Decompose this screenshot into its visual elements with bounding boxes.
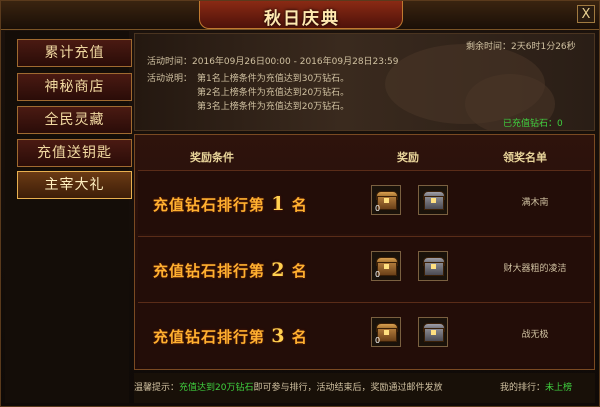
sidebar-item-recharge-keys[interactable]: 充值送钥匙 <box>17 139 132 167</box>
silver-chest-icon[interactable] <box>418 317 448 347</box>
header-winners: 领奖名单 <box>503 151 547 164</box>
window-title: 秋日庆典 <box>264 9 340 29</box>
sidebar: 累计充值 神秘商店 全民灵藏 充值送钥匙 主宰大礼 <box>5 31 132 403</box>
header-condition: 奖励条件 <box>190 151 234 164</box>
sidebar-item-spirit-treasure[interactable]: 全民灵藏 <box>17 106 132 134</box>
sidebar-item-cumulative-recharge[interactable]: 累计充值 <box>17 39 132 67</box>
winner-name: 战无极 <box>521 330 549 340</box>
chest-count: 0 <box>375 204 381 213</box>
rank-suffix: 名 <box>291 262 308 280</box>
winner-name: 财大器粗的凌洁 <box>503 264 567 274</box>
rank-condition: 充值钻石排行第 2 名 <box>153 259 308 281</box>
rank-text: 充值钻石排行第 <box>153 262 266 280</box>
countdown: 剩余时间：2天6时1分26秒 <box>466 39 576 52</box>
rank-number: 1 <box>271 193 286 215</box>
rank-suffix: 名 <box>291 328 308 346</box>
reward-row: 充值钻石排行第 1 名 0 满木南 <box>138 170 591 234</box>
event-desc-label: 活动说明： <box>147 74 193 84</box>
rank-condition: 充值钻石排行第 1 名 <box>153 193 308 215</box>
title-bar: 秋日庆典 X <box>1 1 599 30</box>
header-reward: 奖励 <box>397 151 419 164</box>
rewards-panel: 奖励条件 奖励 领奖名单 充值钻石排行第 1 名 0 满木南 充值钻石排行第 2… <box>134 134 595 370</box>
my-rank: 我的排行：未上榜 <box>500 380 572 393</box>
my-rank-label: 我的排行： <box>500 383 546 393</box>
rank-number: 3 <box>271 325 286 347</box>
gold-chest-icon[interactable]: 0 <box>371 251 401 281</box>
rank-text: 充值钻石排行第 <box>153 328 266 346</box>
gold-chest-icon[interactable]: 0 <box>371 317 401 347</box>
winner-name: 满木南 <box>521 198 549 208</box>
charged-diamonds: 已充值钻石：0 <box>503 116 563 129</box>
my-rank-value: 未上榜 <box>545 383 573 393</box>
charged-value: 0 <box>557 119 563 129</box>
event-window: 秋日庆典 X 累计充值 神秘商店 全民灵藏 充值送钥匙 主宰大礼 活动时间：20… <box>0 0 600 407</box>
event-desc-line: 第3名上榜条件为充值达到20万钻石。 <box>197 102 350 112</box>
rank-number: 2 <box>271 259 286 281</box>
event-desc-line: 第1名上榜条件为充值达到30万钻石。 <box>197 74 350 84</box>
rank-suffix: 名 <box>291 196 308 214</box>
silver-chest-icon[interactable] <box>418 251 448 281</box>
event-desc-line: 第2名上榜条件为充值达到20万钻石。 <box>197 88 350 98</box>
tip-text: 温馨提示：充值达到20万钻石即可参与排行，活动结束后，奖励通过邮件发放 <box>134 380 442 393</box>
event-time-value: 2016年09月26日00:00 - 2016年09月28日23:59 <box>192 57 399 67</box>
title-plate: 秋日庆典 <box>199 1 403 29</box>
event-time: 活动时间：2016年09月26日00:00 - 2016年09月28日23:59 <box>147 54 398 67</box>
footer-bar: 温馨提示：充值达到20万钻石即可参与排行，活动结束后，奖励通过邮件发放 我的排行… <box>134 373 595 403</box>
charged-label: 已充值钻石： <box>503 119 558 129</box>
silver-chest-icon[interactable] <box>418 185 448 215</box>
chest-count: 0 <box>375 336 381 345</box>
rank-text: 充值钻石排行第 <box>153 196 266 214</box>
tip-label: 温馨提示： <box>134 383 180 393</box>
close-button[interactable]: X <box>577 5 595 23</box>
sidebar-item-mystery-shop[interactable]: 神秘商店 <box>17 73 132 101</box>
gold-chest-icon[interactable]: 0 <box>371 185 401 215</box>
reward-row: 充值钻石排行第 2 名 0 财大器粗的凌洁 <box>138 236 591 300</box>
countdown-value: 2天6时1分26秒 <box>511 42 576 52</box>
event-time-label: 活动时间： <box>147 57 193 67</box>
reward-row: 充值钻石排行第 3 名 0 战无极 <box>138 302 591 366</box>
countdown-label: 剩余时间： <box>466 42 512 52</box>
event-info-panel: 活动时间：2016年09月26日00:00 - 2016年09月28日23:59… <box>134 33 595 131</box>
sidebar-item-overlord-gift[interactable]: 主宰大礼 <box>17 171 132 199</box>
tip-highlight: 充值达到20万钻石 <box>179 383 254 393</box>
chest-count: 0 <box>375 270 381 279</box>
rank-condition: 充值钻石排行第 3 名 <box>153 325 308 347</box>
tip-rest: 即可参与排行，活动结束后，奖励通过邮件发放 <box>253 383 443 393</box>
